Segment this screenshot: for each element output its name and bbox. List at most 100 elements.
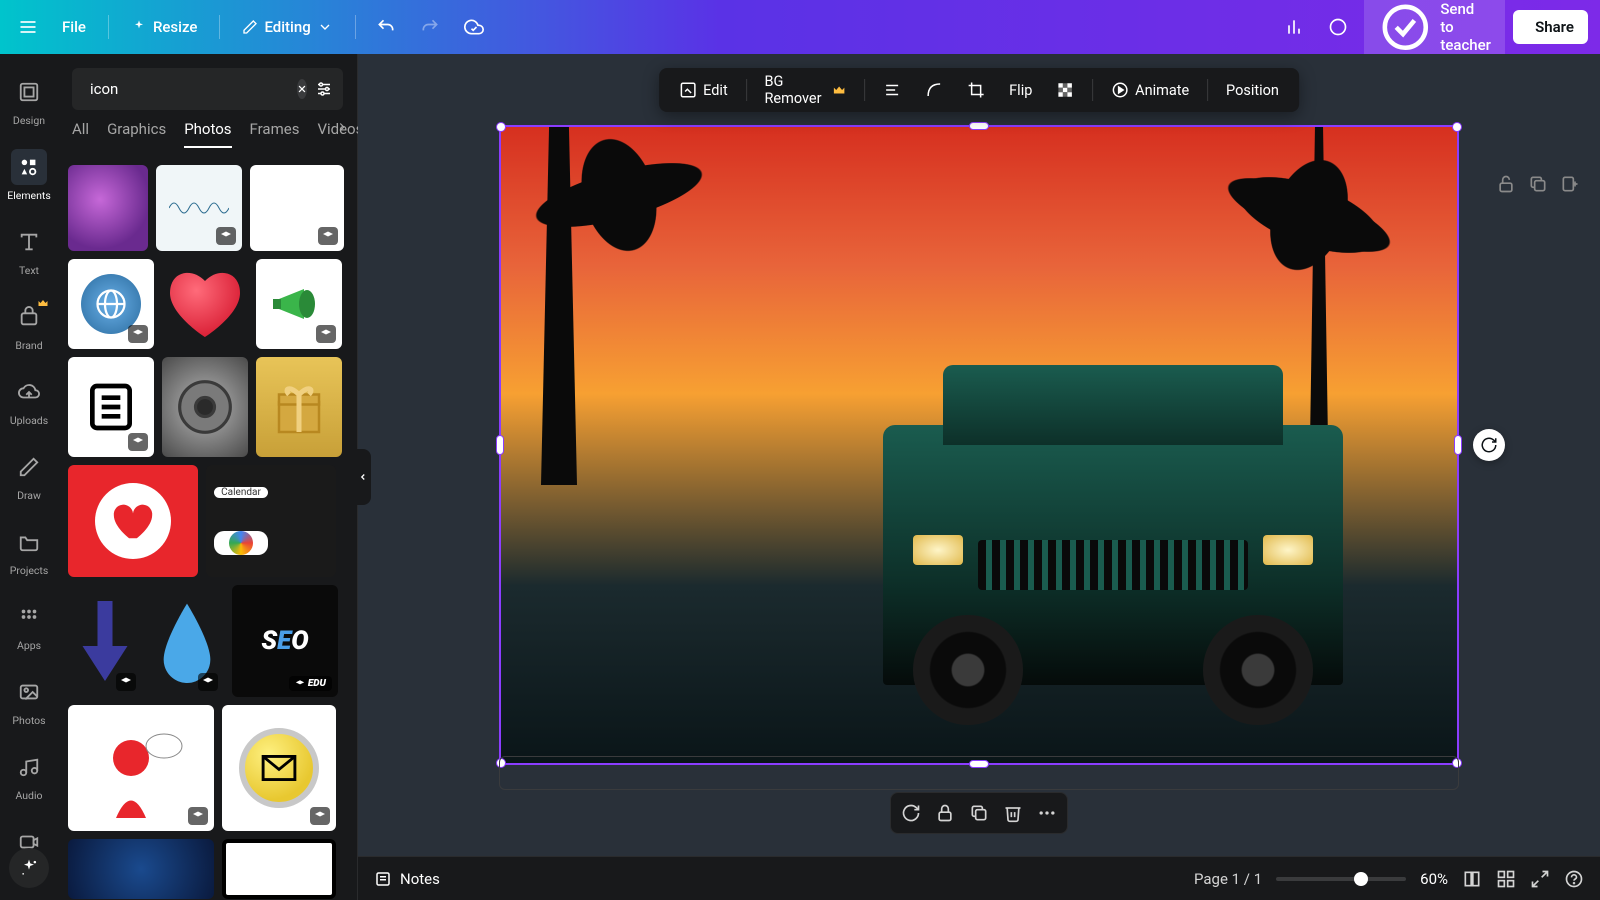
result-thumb[interactable]: SEOEDU [232, 585, 338, 697]
grid-icon [1496, 869, 1516, 889]
search-input[interactable] [90, 80, 289, 98]
rail-text[interactable]: Text [3, 216, 55, 285]
zoom-slider-thumb[interactable] [1354, 872, 1368, 886]
result-thumb[interactable]: Calendar [206, 465, 336, 577]
collapse-panel-button[interactable] [355, 449, 371, 505]
result-thumb[interactable] [68, 465, 198, 577]
fullscreen-icon [1530, 869, 1550, 889]
rail-apps[interactable]: Apps [3, 591, 55, 660]
edit-image-button[interactable]: Edit [669, 75, 738, 105]
rail-photos-label: Photos [12, 714, 45, 727]
animate-button[interactable]: Animate [1101, 75, 1199, 105]
projects-icon [18, 531, 40, 553]
notes-button[interactable]: Notes [374, 870, 440, 888]
add-page-button[interactable] [1560, 174, 1580, 198]
duplicate-page-button[interactable] [1528, 174, 1548, 198]
animate-icon [1111, 81, 1129, 99]
filter-button[interactable] [315, 78, 333, 100]
chart-icon [1284, 17, 1304, 37]
resize-handle-ml[interactable] [496, 435, 504, 455]
rail-audio[interactable]: Audio [3, 741, 55, 810]
magic-button[interactable] [9, 848, 49, 888]
result-thumb[interactable] [222, 705, 336, 831]
duplicate-element-button[interactable] [969, 803, 989, 823]
flip-button[interactable]: Flip [999, 76, 1042, 105]
rotate-handle[interactable] [1473, 429, 1505, 461]
regenerate-button[interactable] [901, 803, 921, 823]
rail-draw[interactable]: Draw [3, 441, 55, 510]
rail-projects[interactable]: Projects [3, 516, 55, 585]
resize-button[interactable]: Resize [121, 12, 207, 42]
results-grid[interactable]: Calendar SEOEDU [58, 157, 357, 900]
comment-button[interactable] [1320, 9, 1356, 45]
result-thumb[interactable] [156, 165, 242, 251]
fullscreen-button[interactable] [1530, 869, 1550, 889]
delete-element-button[interactable] [1003, 803, 1023, 823]
result-thumb[interactable] [250, 165, 344, 251]
tab-frames[interactable]: Frames [250, 120, 300, 148]
selection-box [499, 125, 1459, 765]
insights-button[interactable] [1276, 9, 1312, 45]
rail-uploads[interactable]: Uploads [3, 366, 55, 435]
result-thumb[interactable] [68, 705, 214, 831]
canvas-viewport[interactable] [358, 54, 1600, 856]
bg-remover-button[interactable]: BG Remover [754, 67, 856, 113]
clear-search-button[interactable] [297, 79, 307, 99]
left-rail: Design Elements Text Brand Uploads Draw … [0, 54, 58, 900]
result-thumb[interactable] [68, 259, 154, 349]
design-page[interactable] [499, 125, 1459, 765]
tab-graphics[interactable]: Graphics [107, 120, 166, 148]
search-box[interactable] [72, 68, 343, 110]
view-pages-button[interactable] [1462, 869, 1482, 889]
more-actions-button[interactable] [1037, 803, 1057, 823]
rotate-icon [1480, 436, 1498, 454]
rail-brand[interactable]: Brand [3, 291, 55, 360]
position-button[interactable]: Position [1216, 76, 1289, 105]
lock-page-button[interactable] [1496, 174, 1516, 198]
more-icon [1037, 803, 1057, 823]
align-button[interactable] [873, 75, 911, 105]
zoom-slider[interactable] [1276, 877, 1406, 881]
add-page-bar[interactable] [499, 756, 1459, 790]
tab-all[interactable]: All [72, 120, 89, 148]
uploads-icon [18, 381, 40, 403]
file-menu[interactable]: File [52, 12, 96, 42]
send-to-teacher-button[interactable]: Send to teacher [1364, 0, 1505, 62]
resize-handle-tl[interactable] [496, 122, 506, 132]
tabs-scroll-right[interactable] [335, 120, 349, 138]
result-thumb[interactable] [162, 259, 248, 349]
grid-view-button[interactable] [1496, 869, 1516, 889]
menu-button[interactable] [12, 11, 44, 43]
result-thumb[interactable] [256, 357, 342, 457]
redo-icon [420, 17, 440, 37]
cloud-sync-button[interactable] [456, 9, 492, 45]
result-thumb[interactable] [162, 357, 248, 457]
result-thumb[interactable] [150, 585, 224, 697]
resize-handle-tm[interactable] [969, 122, 989, 130]
crown-icon [832, 81, 846, 99]
draw-icon [18, 456, 40, 478]
rail-photos[interactable]: Photos [3, 666, 55, 735]
text-icon [18, 231, 40, 253]
heart-icon [110, 498, 156, 544]
lock-element-button[interactable] [935, 803, 955, 823]
result-thumb[interactable] [256, 259, 342, 349]
result-thumb[interactable] [68, 165, 148, 251]
rail-elements[interactable]: Elements [3, 141, 55, 210]
rail-design[interactable]: Design [3, 66, 55, 135]
corner-radius-button[interactable] [915, 75, 953, 105]
transparency-button[interactable] [1046, 75, 1084, 105]
result-thumb[interactable] [68, 839, 214, 899]
share-button[interactable]: Share [1513, 10, 1588, 44]
resize-handle-tr[interactable] [1452, 122, 1462, 132]
result-thumb[interactable] [68, 585, 142, 697]
tab-photos[interactable]: Photos [184, 120, 231, 148]
crop-button[interactable] [957, 75, 995, 105]
undo-button[interactable] [368, 9, 404, 45]
result-thumb[interactable] [222, 839, 336, 899]
editing-mode-button[interactable]: Editing [232, 12, 342, 42]
resize-handle-mr[interactable] [1454, 435, 1462, 455]
redo-button[interactable] [412, 9, 448, 45]
result-thumb[interactable] [68, 357, 154, 457]
help-button[interactable] [1564, 869, 1584, 889]
